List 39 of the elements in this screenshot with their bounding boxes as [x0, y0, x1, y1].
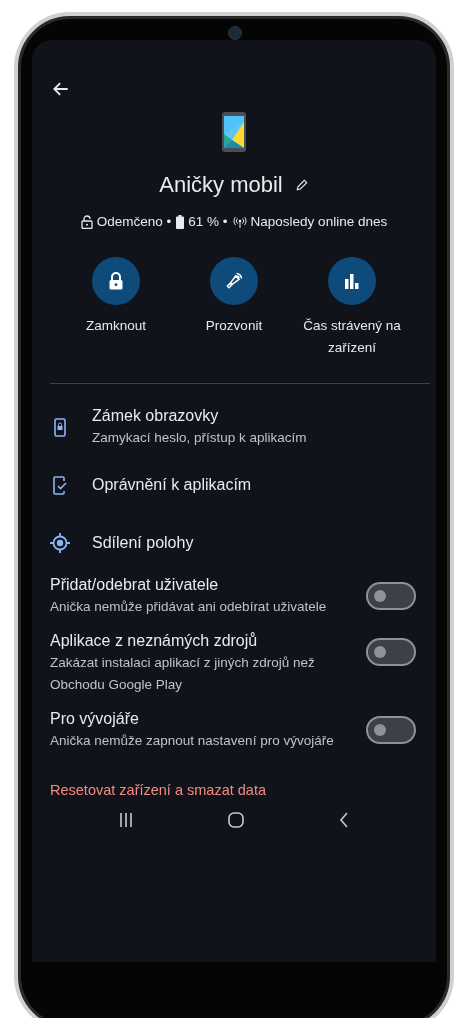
battery-icon: [176, 214, 185, 229]
edit-button[interactable]: [294, 178, 309, 192]
setting-description: Anička nemůže přidávat ani odebírat uživatele: [50, 598, 327, 616]
recent-apps-icon[interactable]: [119, 812, 134, 828]
location-icon: [50, 533, 70, 553]
setting-title: Přidat/odebrat uživatele: [50, 575, 220, 595]
camera-icon: [228, 26, 242, 40]
lock-icon: [108, 272, 124, 290]
settings-item[interactable]: Zámek obrazovky Zamykací heslo, přístup k aplikacím: [32, 400, 436, 454]
status-text: Odemčeno •: [96, 214, 172, 229]
ringing-phone-icon: [224, 271, 244, 291]
toggle-switch[interactable]: [366, 638, 416, 666]
settings-item[interactable]: Sdílení polohy: [32, 516, 436, 570]
action-button[interactable]: Prozvonit: [178, 257, 290, 359]
item-title: Oprávnění k aplikacím: [92, 475, 252, 495]
unlocked-icon: [80, 214, 93, 229]
setting-title: Aplikace z neznámých zdrojů: [50, 631, 259, 651]
setting-title: Pro vývojáře: [50, 709, 140, 729]
screen-lock-icon: [54, 417, 66, 437]
toggle-switch[interactable]: [366, 716, 416, 744]
home-icon[interactable]: [228, 812, 244, 828]
device-name: Aničky mobil: [159, 172, 283, 198]
setting-description: Zakázat instalaci aplikací z jiných zdrojů než Obchodu Google Play: [50, 654, 316, 694]
action-button[interactable]: Zamknout: [60, 257, 172, 359]
settings-item[interactable]: Oprávnění k aplikacím: [32, 458, 436, 512]
status-text: 61 % •: [188, 214, 228, 229]
bar-chart-icon: [344, 273, 360, 289]
item-title: Zámek obrazovky: [92, 406, 220, 426]
signal-icon: [232, 215, 247, 228]
status-text: Naposledy online dnes: [250, 214, 388, 229]
back-nav-icon[interactable]: [338, 812, 349, 828]
reset-link[interactable]: Resetovat zařízení a smazat data: [50, 782, 266, 798]
item-title: Sdílení polohy: [92, 533, 194, 553]
action-button[interactable]: Čas strávený na zařízení: [296, 257, 408, 359]
setting-description: Anička nemůže zapnout nastavení pro vývojáře: [50, 732, 334, 750]
phone-check-icon: [53, 475, 67, 495]
item-subtitle: Zamykací heslo, přístup k aplikacím: [92, 429, 307, 447]
toggle-switch[interactable]: [366, 582, 416, 610]
phone-icon: [222, 112, 246, 152]
